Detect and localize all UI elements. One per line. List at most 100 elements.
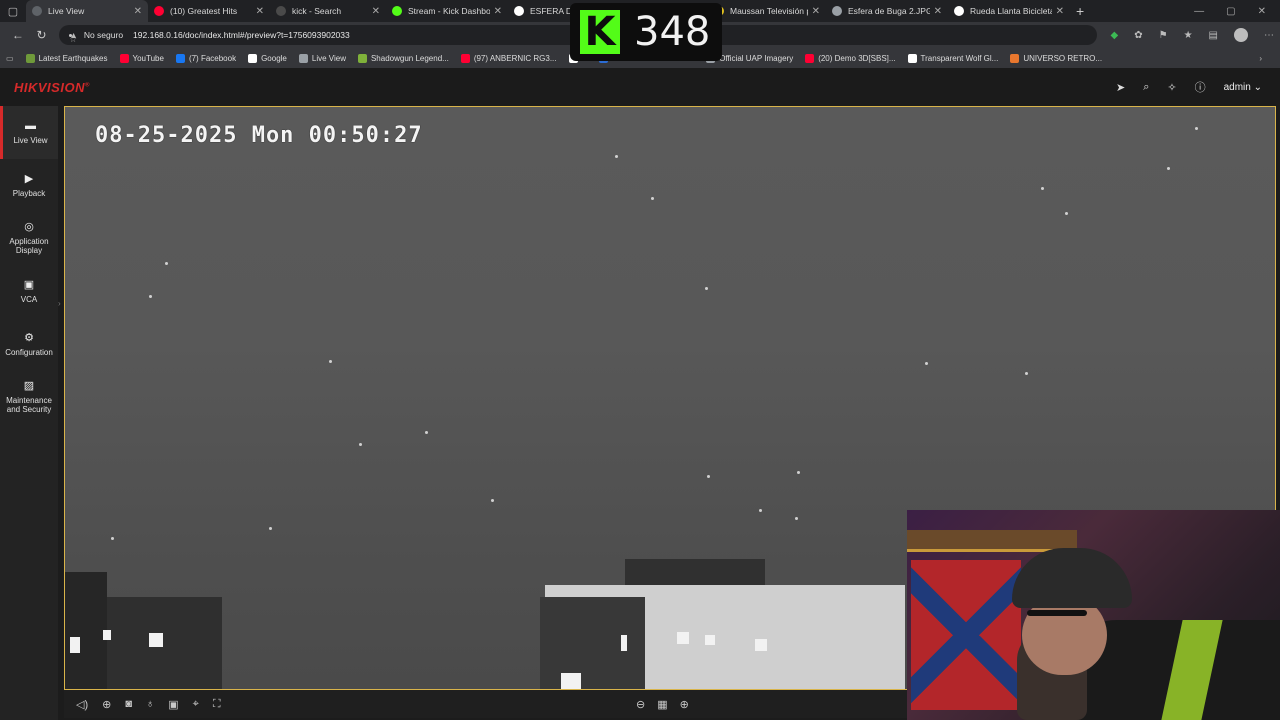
bookmark-item[interactable]: (97) ANBERNIC RG3... bbox=[460, 53, 557, 63]
osd-timestamp: 08-25-2025 Mon 00:50:27 bbox=[95, 123, 423, 148]
star bbox=[651, 197, 654, 200]
sidebar-item-label: Live View bbox=[13, 135, 48, 145]
star bbox=[329, 360, 332, 363]
back-icon[interactable]: ← bbox=[6, 28, 30, 42]
puzzle-icon[interactable]: ⚑ bbox=[1159, 30, 1168, 41]
more-icon[interactable]: ⋯ bbox=[1264, 30, 1274, 41]
glasses bbox=[1027, 610, 1087, 616]
extension-icon[interactable]: ✿ bbox=[1134, 30, 1142, 41]
audio-icon[interactable]: ◁) bbox=[76, 698, 88, 711]
bookmark-folder-icon[interactable]: ▭ bbox=[6, 54, 14, 63]
browser-tab[interactable]: Maussan Televisión pre ✕ bbox=[708, 0, 826, 22]
user-menu[interactable]: admin ⌄ bbox=[1224, 82, 1262, 93]
bookmark-label: (7) Facebook bbox=[188, 53, 237, 63]
star bbox=[359, 443, 362, 446]
viewer-count: 348 bbox=[634, 9, 711, 55]
sidebar-item[interactable]: ▶ Playback bbox=[0, 159, 58, 212]
browser-tab[interactable]: kick - Search ✕ bbox=[270, 0, 386, 22]
star bbox=[165, 262, 168, 265]
sidebar-item[interactable]: ▨ Maintenance and Security bbox=[0, 371, 58, 424]
tab-title: Live View bbox=[48, 6, 85, 16]
bookmark-favicon-icon bbox=[175, 53, 185, 63]
search-icon[interactable]: ⌕ bbox=[1143, 81, 1149, 94]
info-icon[interactable]: ⓘ bbox=[1195, 79, 1206, 95]
browser-tab[interactable]: Live View ✕ bbox=[26, 0, 148, 22]
camera-icon: ▬ bbox=[25, 120, 36, 133]
settings-shortcut-icon[interactable]: ✧ bbox=[1167, 81, 1176, 94]
window bbox=[677, 632, 689, 644]
sidebar: ▬ Live View ▶ Playback ◎ Application Display ▣… bbox=[0, 106, 58, 720]
tab-close-icon[interactable]: ✕ bbox=[256, 6, 264, 17]
tab-close-icon[interactable]: ✕ bbox=[1056, 6, 1064, 17]
maximize-icon[interactable]: ▢ bbox=[1226, 6, 1235, 17]
star bbox=[705, 287, 708, 290]
sidebar-item[interactable]: ◎ Application Display bbox=[0, 212, 58, 265]
reload-icon[interactable]: ↻ bbox=[30, 28, 54, 42]
bookmark-item[interactable]: Live View bbox=[298, 53, 346, 63]
new-tab-button[interactable]: + bbox=[1076, 3, 1084, 19]
star bbox=[615, 155, 618, 158]
minimize-icon[interactable]: — bbox=[1194, 6, 1204, 17]
star bbox=[1025, 372, 1028, 375]
browser-tab[interactable]: (10) Greatest Hits ✕ bbox=[148, 0, 270, 22]
bookmarks-overflow-icon[interactable]: › bbox=[1259, 54, 1280, 63]
next-icon[interactable]: ⊕ bbox=[680, 698, 689, 711]
bookmark-favicon-icon bbox=[460, 53, 470, 63]
bookmark-label: Transparent Wolf Gl... bbox=[920, 53, 999, 63]
bookmark-label: Official UAP Imagery bbox=[719, 53, 794, 63]
digital-zoom-icon[interactable]: ⌖ bbox=[193, 698, 199, 711]
sidebar-item[interactable]: ▣ VCA bbox=[0, 265, 58, 318]
browser-tab[interactable]: Stream - Kick Dashboard ✕ bbox=[386, 0, 508, 22]
url-text[interactable]: 192.168.0.16/doc/index.html#/preview?t=1… bbox=[133, 30, 350, 40]
star bbox=[491, 499, 494, 502]
app-header: HIKVISION® ➤ ⌕ ✧ ⓘ admin ⌄ bbox=[0, 68, 1280, 106]
tab-close-icon[interactable]: ✕ bbox=[372, 6, 380, 17]
bookmark-item[interactable]: YouTube bbox=[119, 53, 164, 63]
browser-tab[interactable]: Rueda Llanta Bicicleta ✕ bbox=[948, 0, 1070, 22]
tab-favicon-icon bbox=[954, 6, 964, 16]
tab-favicon-icon bbox=[514, 6, 524, 16]
collections-icon[interactable]: ▤ bbox=[1209, 30, 1218, 41]
microphone-icon[interactable]: ♁ bbox=[146, 698, 154, 711]
window-layout-icon[interactable]: ▦ bbox=[657, 698, 667, 711]
bookmark-star-icon[interactable]: ☆ bbox=[69, 33, 77, 44]
close-window-icon[interactable]: ✕ bbox=[1258, 6, 1266, 17]
previous-icon[interactable]: ⊖ bbox=[636, 698, 645, 711]
sidebar-item[interactable]: ⚙ Configuration bbox=[0, 318, 58, 371]
bookmark-label: Shadowgun Legend... bbox=[370, 53, 449, 63]
tab-close-icon[interactable]: ✕ bbox=[494, 6, 502, 17]
fullscreen-icon[interactable]: ⛶ bbox=[213, 698, 221, 711]
bookmark-favicon-icon bbox=[119, 53, 129, 63]
browser-tab[interactable]: Esfera de Buga 2.JPG (✕ bbox=[826, 0, 948, 22]
sidebar-item[interactable]: ▬ Live View bbox=[0, 106, 58, 159]
tab-favicon-icon bbox=[154, 6, 164, 16]
snapshot-icon[interactable]: ◙ bbox=[125, 698, 132, 711]
bookmark-item[interactable]: (20) Demo 3D[SBS]... bbox=[805, 53, 896, 63]
star bbox=[925, 362, 928, 365]
shield-extension-icon[interactable]: ◆ bbox=[1111, 30, 1119, 41]
bookmark-item[interactable]: (7) Facebook bbox=[175, 53, 237, 63]
building-left bbox=[65, 572, 107, 689]
bookmark-item[interactable]: UNIVERSO RETRO... bbox=[1010, 53, 1102, 63]
record-icon[interactable]: ▣ bbox=[168, 698, 178, 711]
bookmark-item[interactable]: Google bbox=[248, 53, 287, 63]
tab-close-icon[interactable]: ✕ bbox=[812, 6, 820, 17]
star bbox=[1065, 212, 1068, 215]
window-menu-icon[interactable]: ▢ bbox=[0, 0, 26, 22]
tab-close-icon[interactable]: ✕ bbox=[934, 6, 942, 17]
bookmark-item[interactable]: Transparent Wolf Gl... bbox=[907, 53, 999, 63]
profile-avatar[interactable] bbox=[1234, 28, 1248, 42]
application-icon: ◎ bbox=[24, 221, 34, 234]
bookmark-favicon-icon bbox=[1010, 53, 1020, 63]
gear-icon: ⚙ bbox=[24, 332, 34, 345]
bookmark-item[interactable]: Latest Earthquakes bbox=[25, 53, 108, 63]
window bbox=[70, 637, 80, 653]
send-icon[interactable]: ➤ bbox=[1116, 81, 1125, 94]
bookmark-item[interactable]: Shadowgun Legend... bbox=[357, 53, 449, 63]
tab-favicon-icon bbox=[392, 6, 402, 16]
tab-close-icon[interactable]: ✕ bbox=[134, 6, 142, 17]
bookmark-favicon-icon bbox=[805, 53, 815, 63]
zoom-icon[interactable]: ⊕ bbox=[102, 698, 111, 711]
favorites-icon[interactable]: ★ bbox=[1184, 30, 1193, 41]
tab-title: Maussan Televisión pre bbox=[730, 6, 808, 16]
